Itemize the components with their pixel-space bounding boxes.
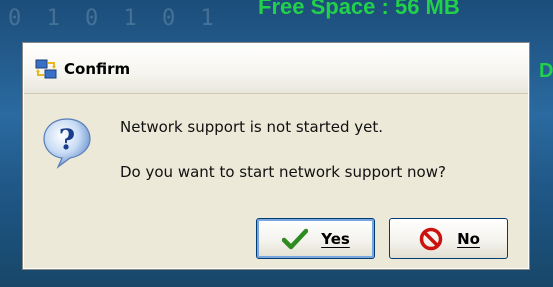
yes-button-label: Yes	[321, 229, 350, 248]
dialog-titlebar[interactable]: Confirm	[24, 44, 528, 94]
stop-icon	[417, 227, 445, 251]
network-transfer-icon	[34, 57, 58, 81]
no-button[interactable]: No	[389, 218, 508, 259]
checkmark-icon	[281, 227, 309, 251]
yes-button[interactable]: Yes	[256, 218, 375, 259]
svg-text:?: ?	[59, 123, 75, 156]
no-button-label: No	[457, 229, 480, 248]
background-digits: 0 1 0 1 0 1	[8, 6, 220, 31]
message-line-1: Network support is not started yet.	[120, 118, 384, 136]
background-edge-text: DI	[539, 60, 553, 82]
dialog-title: Confirm	[64, 59, 131, 78]
background-free-space-text: Free Space : 56 MB	[258, 0, 460, 19]
confirm-dialog: Confirm ? Network support is not started…	[22, 42, 530, 270]
message-line-2: Do you want to start network support now…	[120, 163, 446, 181]
dialog-body: ? Network support is not started yet. Do…	[24, 95, 528, 268]
question-icon: ?	[40, 115, 94, 169]
